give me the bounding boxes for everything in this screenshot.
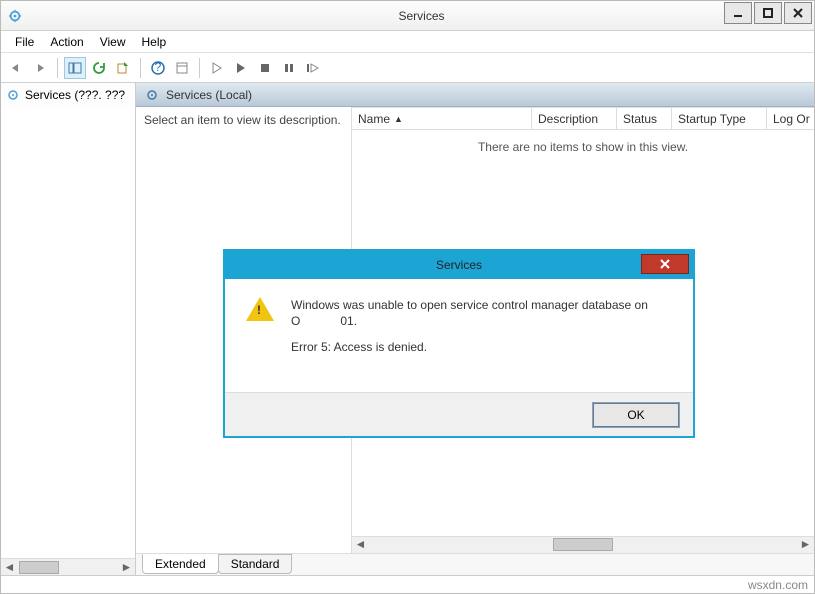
view-tabs: Extended Standard xyxy=(136,553,814,575)
show-hide-tree-icon[interactable] xyxy=(64,57,86,79)
nav-back-icon[interactable] xyxy=(5,57,27,79)
start-service-solid-icon[interactable] xyxy=(230,57,252,79)
tree-root-label: Services (???. ??? xyxy=(25,88,125,102)
scroll-right-icon[interactable]: ► xyxy=(118,560,135,574)
dialog-message-line3: Error 5: Access is denied. xyxy=(291,339,675,355)
menu-action[interactable]: Action xyxy=(42,33,91,51)
empty-list-message: There are no items to show in this view. xyxy=(352,130,814,164)
scroll-thumb[interactable] xyxy=(19,561,59,574)
tab-standard[interactable]: Standard xyxy=(218,554,293,574)
stop-service-icon[interactable] xyxy=(254,57,276,79)
view-header: Services (Local) xyxy=(136,83,814,107)
view-header-title: Services (Local) xyxy=(166,88,252,102)
close-icon xyxy=(659,258,671,270)
tree-pane: Services (???. ??? ◄ ► xyxy=(1,83,136,575)
warning-icon xyxy=(243,297,277,384)
dialog-title-bar: Services xyxy=(225,251,693,279)
minimize-button[interactable] xyxy=(724,2,752,24)
sort-asc-icon: ▲ xyxy=(394,114,403,124)
status-text: wsxdn.com xyxy=(748,578,808,592)
export-list-icon[interactable] xyxy=(112,57,134,79)
nav-forward-icon[interactable] xyxy=(29,57,51,79)
scroll-thumb[interactable] xyxy=(553,538,613,551)
menu-file[interactable]: File xyxy=(7,33,42,51)
scroll-right-icon[interactable]: ► xyxy=(797,537,814,551)
column-header-description[interactable]: Description xyxy=(532,108,617,129)
column-header-startup[interactable]: Startup Type xyxy=(672,108,767,129)
tree-root-item[interactable]: Services (???. ??? xyxy=(1,83,135,107)
gear-icon xyxy=(5,87,21,103)
menu-help[interactable]: Help xyxy=(134,33,175,51)
gear-icon xyxy=(144,87,160,103)
tree-scrollbar-horizontal[interactable]: ◄ ► xyxy=(1,558,135,575)
scroll-left-icon[interactable]: ◄ xyxy=(1,560,18,574)
title-bar: Services xyxy=(1,1,814,31)
dialog-message-line1: Windows was unable to open service contr… xyxy=(291,297,675,313)
column-header-status[interactable]: Status xyxy=(617,108,672,129)
restart-service-icon[interactable] xyxy=(302,57,324,79)
services-app-icon xyxy=(7,8,23,24)
dialog-close-button[interactable] xyxy=(641,254,689,274)
list-scrollbar-horizontal[interactable]: ◄ ► xyxy=(352,536,814,553)
ok-button[interactable]: OK xyxy=(593,403,679,427)
error-dialog: Services Windows was unable to open serv… xyxy=(223,249,695,438)
column-header-name[interactable]: Name▲ xyxy=(352,108,532,129)
close-button[interactable] xyxy=(784,2,812,24)
menu-bar: File Action View Help xyxy=(1,31,814,53)
toolbar: ? xyxy=(1,53,814,83)
svg-text:?: ? xyxy=(155,61,162,74)
status-bar: wsxdn.com xyxy=(1,575,814,593)
tab-extended[interactable]: Extended xyxy=(142,554,219,574)
refresh-icon[interactable] xyxy=(88,57,110,79)
menu-view[interactable]: View xyxy=(92,33,134,51)
scroll-left-icon[interactable]: ◄ xyxy=(352,537,369,551)
help-icon[interactable]: ? xyxy=(147,57,169,79)
pause-service-icon[interactable] xyxy=(278,57,300,79)
description-hint: Select an item to view its description. xyxy=(144,113,341,127)
maximize-button[interactable] xyxy=(754,2,782,24)
window-title: Services xyxy=(29,9,814,23)
start-service-icon[interactable] xyxy=(206,57,228,79)
dialog-message-line2: O 01. xyxy=(291,313,675,329)
dialog-title: Services xyxy=(436,258,482,272)
properties-icon[interactable] xyxy=(171,57,193,79)
column-header-logon[interactable]: Log Or xyxy=(767,108,814,129)
